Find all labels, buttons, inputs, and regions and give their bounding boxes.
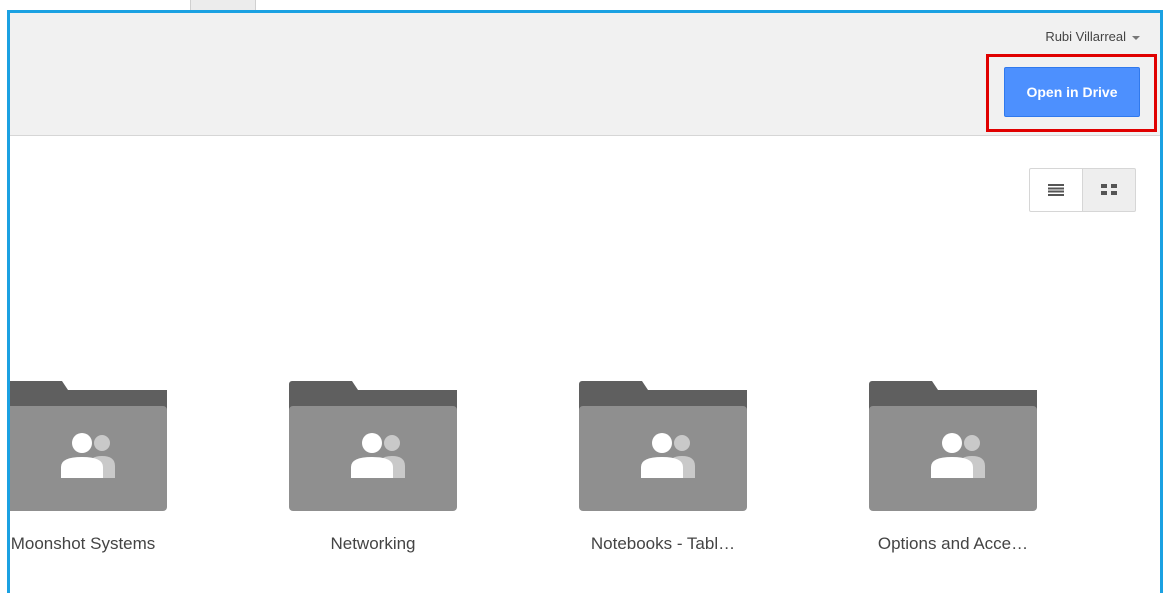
- folder-label: Options and Acce…: [877, 534, 1029, 553]
- folder-item[interactable]: Moonshot Systems: [10, 381, 167, 553]
- folder-item[interactable]: Options and Acce…: [869, 381, 1037, 553]
- grid-view-button[interactable]: [1083, 168, 1136, 212]
- people-icon: [931, 433, 985, 478]
- people-icon: [61, 433, 115, 478]
- folder-label: Networking: [330, 534, 416, 553]
- top-header-bar: Rubi Villarreal Open in Drive: [10, 13, 1160, 136]
- grid-view-icon: [1101, 184, 1117, 196]
- open-in-drive-button[interactable]: Open in Drive: [1004, 67, 1140, 117]
- shared-folder-icon: [579, 381, 747, 511]
- chevron-down-icon: [1132, 35, 1140, 40]
- app-window: Rubi Villarreal Open in Drive Moonshot S…: [0, 0, 1173, 593]
- shared-folder-icon: [289, 381, 457, 511]
- account-menu[interactable]: Rubi Villarreal: [1045, 29, 1140, 44]
- drive-viewport: Rubi Villarreal Open in Drive Moonshot S…: [7, 10, 1163, 593]
- shared-folder-icon: [869, 381, 1037, 511]
- folder-label: Notebooks - Tabl…: [590, 534, 736, 553]
- people-icon: [641, 433, 695, 478]
- view-toggle: [1029, 168, 1136, 212]
- folder-item[interactable]: Notebooks - Tabl…: [579, 381, 747, 553]
- people-icon: [351, 433, 405, 478]
- folder-item[interactable]: Networking: [289, 381, 457, 553]
- user-name: Rubi Villarreal: [1045, 29, 1126, 44]
- shared-folder-icon: [10, 381, 167, 511]
- browser-tab-strip: [0, 0, 1173, 12]
- list-view-button[interactable]: [1029, 168, 1083, 212]
- folder-label: Moonshot Systems: [10, 534, 156, 553]
- list-view-icon: [1048, 184, 1064, 196]
